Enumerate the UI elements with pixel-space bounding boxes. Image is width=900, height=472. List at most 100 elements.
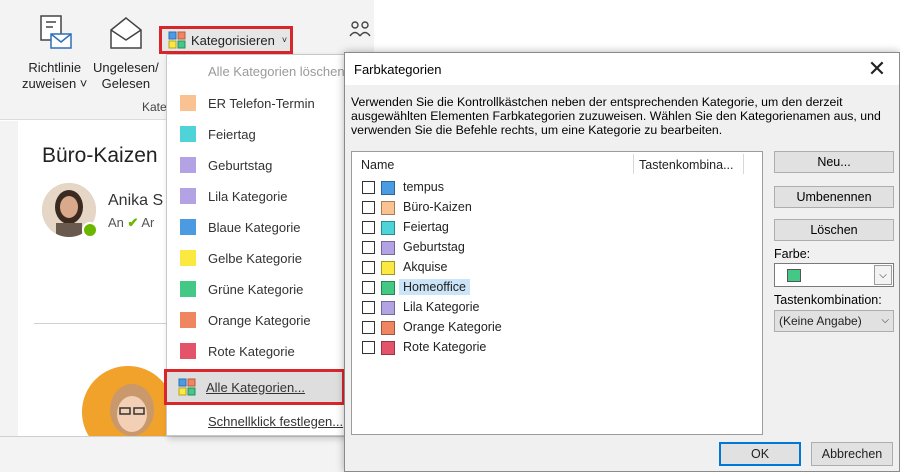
category-checkbox[interactable]: [362, 241, 375, 254]
delete-button[interactable]: Löschen: [774, 219, 894, 241]
dialog-instructions: Verwenden Sie die Kontrollkästchen neben…: [351, 95, 881, 137]
column-header-name[interactable]: Name: [361, 158, 394, 172]
cancel-button[interactable]: Abbrechen: [811, 442, 893, 466]
menu-item-label: Blaue Kategorie: [208, 219, 301, 235]
category-color-swatch: [180, 219, 196, 235]
menu-item-label: ER Telefon-Termin: [208, 95, 315, 111]
menu-item-category[interactable]: Rote Kategorie: [167, 337, 345, 365]
menu-item-category[interactable]: Geburtstag: [167, 151, 345, 179]
menu-all-categories[interactable]: Alle Kategorien...: [164, 369, 345, 405]
menu-item-category[interactable]: Lila Kategorie: [167, 182, 345, 210]
category-checkbox[interactable]: [362, 201, 375, 214]
richtlinie-zuweisen-button[interactable]: Richtlinie zuweisen ˅: [22, 14, 87, 92]
category-color-swatch: [180, 312, 196, 328]
menu-item-category[interactable]: Blaue Kategorie: [167, 213, 345, 241]
category-color-swatch: [381, 261, 395, 275]
category-name[interactable]: Orange Kategorie: [399, 319, 506, 335]
category-checkbox[interactable]: [362, 321, 375, 334]
divider: [34, 323, 184, 324]
menu-item-category[interactable]: Grüne Kategorie: [167, 275, 345, 303]
category-row[interactable]: Lila Kategorie: [352, 298, 762, 318]
presence-status-icon: [82, 222, 98, 238]
recipient-line: An ✔ Ar: [108, 215, 154, 231]
menu-quick-click[interactable]: Schnellklick festlegen...: [167, 407, 345, 435]
recipient-name[interactable]: Ar: [141, 215, 154, 230]
category-name[interactable]: Feiertag: [399, 219, 453, 235]
open-envelope-icon: [110, 17, 142, 49]
category-row[interactable]: Büro-Kaizen: [352, 198, 762, 218]
column-divider: [633, 154, 634, 174]
category-color-swatch: [180, 157, 196, 173]
rename-button[interactable]: Umbenennen: [774, 186, 894, 208]
menu-item-category[interactable]: ER Telefon-Termin: [167, 89, 345, 117]
kategorisieren-button[interactable]: Kategorisieren ˅: [159, 26, 293, 54]
quick-click-label: Schnellklick festlegen...: [208, 413, 344, 429]
people-icon[interactable]: [348, 18, 372, 42]
category-color-swatch: [381, 341, 395, 355]
menu-item-label: Geburtstag: [208, 157, 273, 173]
category-row[interactable]: Geburtstag: [352, 238, 762, 258]
category-name[interactable]: Lila Kategorie: [399, 299, 483, 315]
menu-item-category[interactable]: Gelbe Kategorie: [167, 244, 345, 272]
category-name[interactable]: Büro-Kaizen: [399, 199, 476, 215]
category-row[interactable]: Rote Kategorie: [352, 338, 762, 358]
category-checkbox[interactable]: [362, 181, 375, 194]
categorize-grid-icon: [168, 31, 186, 49]
column-header-shortcut[interactable]: Tastenkombina...: [639, 158, 734, 172]
category-checkbox[interactable]: [362, 301, 375, 314]
shortcut-value: (Keine Angabe): [779, 314, 862, 328]
menu-item-category[interactable]: Feiertag: [167, 120, 345, 148]
kategorisieren-label: Kategorisieren: [191, 32, 275, 48]
category-checkbox[interactable]: [362, 221, 375, 234]
ok-button[interactable]: OK: [719, 442, 801, 466]
category-color-swatch: [180, 126, 196, 142]
category-row[interactable]: Orange Kategorie: [352, 318, 762, 338]
chevron-down-icon: ˅: [281, 35, 288, 45]
category-color-swatch: [381, 241, 395, 255]
category-row[interactable]: Akquise: [352, 258, 762, 278]
menu-item-label: Feiertag: [208, 126, 256, 142]
category-row[interactable]: Homeoffice: [352, 278, 762, 298]
category-list[interactable]: Name Tastenkombina... tempus Büro-Kaizen F…: [351, 151, 763, 435]
menu-clear-all-categories: Alle Kategorien löschen: [167, 57, 345, 85]
category-name[interactable]: Homeoffice: [399, 279, 470, 295]
category-checkbox[interactable]: [362, 341, 375, 354]
category-color-swatch: [180, 95, 196, 111]
category-name[interactable]: Geburtstag: [399, 239, 469, 255]
column-divider: [743, 154, 744, 174]
color-dropdown[interactable]: ⌵: [774, 263, 894, 287]
shortcut-dropdown[interactable]: (Keine Angabe) ⌵: [774, 310, 894, 332]
ungelesen-label-1: Ungelesen/: [93, 60, 159, 75]
menu-item-label: Orange Kategorie: [208, 312, 311, 328]
categorize-grid-icon: [178, 378, 196, 396]
menu-item-label: Grüne Kategorie: [208, 281, 304, 297]
clear-all-label: Alle Kategorien löschen: [208, 63, 345, 79]
category-name[interactable]: Rote Kategorie: [399, 339, 490, 355]
ungelesen-gelesen-button[interactable]: Ungelesen/ Gelesen: [93, 14, 159, 92]
category-color-swatch: [381, 301, 395, 315]
sender-name[interactable]: Anika S: [108, 192, 163, 210]
policy-envelope-icon: [39, 15, 72, 49]
menu-item-label: Rote Kategorie: [208, 343, 295, 359]
category-checkbox[interactable]: [362, 261, 375, 274]
category-name[interactable]: tempus: [399, 179, 448, 195]
category-row[interactable]: tempus: [352, 178, 762, 198]
new-button[interactable]: Neu...: [774, 151, 894, 173]
menu-item-label: Gelbe Kategorie: [208, 250, 302, 266]
category-row[interactable]: Feiertag: [352, 218, 762, 238]
category-color-swatch: [381, 281, 395, 295]
menu-item-label: Lila Kategorie: [208, 188, 288, 204]
category-checkbox[interactable]: [362, 281, 375, 294]
category-color-swatch: [180, 188, 196, 204]
category-color-swatch: [381, 221, 395, 235]
category-color-swatch: [180, 281, 196, 297]
menu-item-category[interactable]: Orange Kategorie: [167, 306, 345, 334]
richtlinie-label-1: Richtlinie: [28, 60, 82, 75]
category-color-swatch: [381, 201, 395, 215]
chevron-down-icon: ⌵: [881, 315, 889, 326]
ribbon-group-label: Kate: [142, 100, 167, 114]
chevron-down-icon: ⌵: [874, 265, 892, 285]
close-icon[interactable]: ✕: [855, 53, 899, 85]
category-name[interactable]: Akquise: [399, 259, 451, 275]
recipient-status-icon: ✔: [127, 215, 139, 230]
